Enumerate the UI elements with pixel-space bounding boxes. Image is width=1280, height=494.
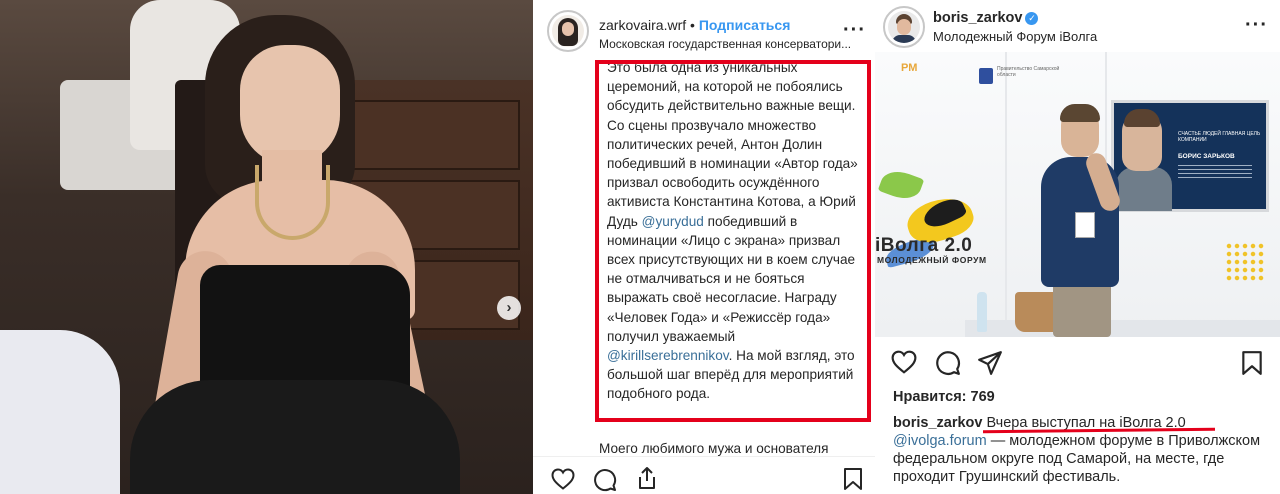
photo-panel: › — [0, 0, 533, 494]
bookmark-icon[interactable] — [1241, 350, 1263, 376]
necklace — [255, 165, 330, 240]
dress-skirt — [130, 380, 460, 494]
tablecloth — [0, 330, 120, 494]
avatar[interactable] — [547, 10, 589, 52]
coat-of-arms-icon — [979, 68, 993, 84]
screen-speaker-name: БОРИС ЗАРЬКОВ — [1178, 153, 1235, 160]
heart-icon[interactable] — [551, 468, 575, 490]
more-options-icon[interactable]: ··· — [1245, 15, 1268, 35]
caption-part: победивший в номинации «Лицо с экрана» п… — [607, 213, 856, 344]
mention-link[interactable]: @yurydud — [642, 214, 704, 229]
location-link[interactable]: Молодежный Форум iВолга — [933, 29, 1097, 44]
stage-table — [965, 320, 1280, 337]
cabinet-drawer — [340, 100, 520, 170]
avatar[interactable] — [883, 6, 925, 48]
username-link[interactable]: boris_zarkov — [933, 10, 1022, 26]
likes-count[interactable]: Нравится: 769 — [893, 389, 995, 405]
mention-link[interactable]: @ivolga.forum — [893, 433, 987, 449]
rm-logo: РМ — [901, 62, 918, 74]
carousel-next-button[interactable]: › — [497, 296, 521, 320]
verified-badge-icon: ✓ — [1025, 12, 1039, 25]
screen-title: СЧАСТЬЕ ЛЮДЕЙ ГЛАВНАЯ ЦЕЛЬ КОМПАНИИ — [1178, 131, 1261, 143]
username-link[interactable]: zarkovaira.wrf — [599, 17, 686, 33]
forum-brand: iВолга 2.0 — [875, 235, 973, 256]
comment-icon[interactable] — [593, 468, 617, 492]
location-link[interactable]: Московская государственная консерватори.… — [599, 37, 865, 51]
heart-icon[interactable] — [891, 350, 917, 374]
screen-text-lines — [1178, 165, 1252, 179]
post-boris-zarkov: boris_zarkov ✓ Молодежный Форум iВолга ··… — [875, 0, 1280, 494]
highlighted-caption: Это была одна из уникальных церемоний, н… — [595, 60, 871, 422]
speaker-hair — [1060, 104, 1100, 122]
forum-brand-subtitle: МОЛОДЕЖНЫЙ ФОРУМ — [877, 255, 987, 265]
caption-continuation: Моего любимого мужа и основателя — [599, 441, 829, 456]
name-badge — [1075, 212, 1095, 238]
mention-link[interactable]: @kirillserebrennikov — [607, 348, 729, 363]
post-username-line: zarkovaira.wrf • Подписаться — [599, 17, 790, 33]
caption-username[interactable]: boris_zarkov — [893, 415, 982, 431]
avatar-image — [552, 15, 584, 47]
share-icon[interactable] — [635, 466, 659, 490]
comment-icon[interactable] — [935, 350, 961, 376]
water-bottle — [977, 292, 987, 332]
share-icon[interactable] — [977, 350, 1003, 376]
caption-part: Это была одна из уникальных церемоний, н… — [607, 60, 858, 229]
post-actions — [875, 340, 1280, 384]
presentation-screen: СЧАСТЬЕ ЛЮДЕЙ ГЛАВНАЯ ЦЕЛЬ КОМПАНИИ БОРИ… — [1111, 100, 1269, 212]
avatar-image — [888, 11, 920, 43]
follow-button[interactable]: Подписаться — [699, 17, 791, 33]
caption-text: Это была одна из уникальных церемоний, н… — [607, 60, 863, 404]
separator: • — [686, 17, 699, 33]
bookmark-icon[interactable] — [843, 467, 863, 491]
decor-dots — [1225, 242, 1265, 282]
post-zarkovaira: zarkovaira.wrf • Подписаться Московская … — [533, 0, 875, 494]
post-username-line: boris_zarkov ✓ — [933, 10, 1039, 26]
caption-text: boris_zarkov Вчера выступал на iВолга 2.… — [893, 414, 1273, 486]
divider — [533, 456, 875, 457]
more-options-icon[interactable]: ··· — [843, 20, 866, 40]
post-image[interactable]: РМ Правительство Самарской области iВолг… — [875, 52, 1280, 337]
woman-face — [240, 45, 340, 165]
government-logo-text: Правительство Самарской области — [997, 66, 1060, 78]
post-actions — [533, 462, 875, 494]
post-header: zarkovaira.wrf • Подписаться Московская … — [533, 0, 875, 60]
